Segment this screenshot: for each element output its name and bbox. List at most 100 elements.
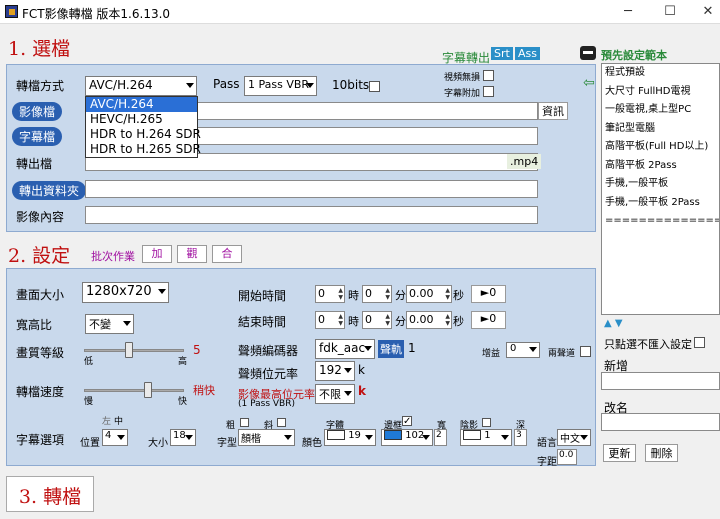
end-minute-value: 0 xyxy=(365,313,372,326)
video-file-button[interactable]: 影像檔 xyxy=(12,102,63,121)
quality-slider-thumb[interactable] xyxy=(125,342,133,358)
video-content-input[interactable] xyxy=(85,206,538,224)
start-hour-value: 0 xyxy=(318,287,325,300)
minimize-button[interactable]: ─ xyxy=(610,2,646,22)
size-select[interactable]: 1280x720 xyxy=(82,282,169,303)
end-reset-button[interactable]: ►0 xyxy=(471,311,506,329)
size-label: 畫面大小 xyxy=(16,288,65,302)
second-unit: 秒 xyxy=(453,289,464,302)
batch-add-button[interactable]: 加 xyxy=(142,245,172,263)
pass-label: Pass xyxy=(213,77,240,91)
batch-merge-button[interactable]: 合 xyxy=(212,245,242,263)
close-button[interactable]: ✕ xyxy=(690,2,720,22)
border-color-select[interactable]: 102 xyxy=(381,429,433,446)
preset-item[interactable]: 手機,一般平板 xyxy=(602,175,719,194)
color-label: 顏色 xyxy=(302,438,322,449)
end-hour-spinner[interactable]: 0 ▲ ▼ xyxy=(315,311,345,329)
arrow-left-icon[interactable]: ⇦ xyxy=(583,75,595,91)
position-select[interactable]: 4 xyxy=(102,429,128,446)
start-hour-spinner[interactable]: 0 ▲ ▼ xyxy=(315,285,345,303)
italic-checkbox[interactable] xyxy=(277,418,286,427)
update-button[interactable]: 更新 xyxy=(603,444,636,462)
audio-codec-label: 聲頻編碼器 xyxy=(238,344,299,358)
batch-label: 批次作業 xyxy=(91,250,135,263)
format-option[interactable]: AVC/H.264 xyxy=(86,97,197,112)
format-select[interactable]: AVC/H.264 xyxy=(85,76,197,96)
audio-track-button[interactable]: 聲軌 xyxy=(378,340,404,358)
second-unit: 秒 xyxy=(453,315,464,328)
width-spinner[interactable]: 2 xyxy=(434,429,447,446)
speed-slider[interactable] xyxy=(84,389,184,392)
format-option[interactable]: HEVC/H.265 xyxy=(86,112,197,127)
preset-item[interactable]: 一般電視,桌上型PC xyxy=(602,101,719,120)
delete-button[interactable]: 刪除 xyxy=(645,444,678,462)
speed-fast-label: 快 xyxy=(178,397,188,407)
audio-bitrate-label: 聲頻位元率 xyxy=(238,367,299,381)
font-select[interactable]: 顏楷 xyxy=(238,429,295,446)
new-preset-input[interactable] xyxy=(601,372,720,390)
audio-codec-select[interactable]: fdk_aac xyxy=(315,339,375,359)
video-content-label: 影像內容 xyxy=(16,210,65,224)
subtitle-file-button[interactable]: 字幕檔 xyxy=(12,127,63,146)
shadow-checkbox[interactable] xyxy=(482,418,491,427)
pass-select[interactable]: 1 Pass VBR xyxy=(244,76,317,96)
output-folder-button[interactable]: 轉出資料夾 xyxy=(12,181,87,200)
position-left-label: 左 xyxy=(102,417,112,427)
srt-button[interactable]: Srt xyxy=(491,47,513,60)
end-second-spinner[interactable]: 0.00 ▲ ▼ xyxy=(406,311,452,329)
title-bar: FCT影像轉檔 版本1.6.13.0 ─ ☐ ✕ xyxy=(0,0,720,24)
no-import-checkbox[interactable] xyxy=(694,337,705,348)
quality-slider[interactable] xyxy=(84,349,184,352)
convert-button[interactable]: 3. 轉檔 xyxy=(6,476,94,512)
hour-unit: 時 xyxy=(348,315,359,328)
spacing-label: 字距 xyxy=(537,457,557,468)
batch-view-button[interactable]: 觀 xyxy=(177,245,207,263)
preset-item[interactable]: =============== xyxy=(602,212,719,231)
end-second-value: 0.00 xyxy=(409,313,434,326)
aspect-select[interactable]: 不變 xyxy=(85,314,134,334)
video-bitrate-select[interactable]: 不限 xyxy=(315,384,355,404)
format-option[interactable]: HDR to H.265 SDR xyxy=(86,142,201,157)
format-option[interactable]: HDR to H.264 SDR xyxy=(86,127,201,142)
bits-checkbox[interactable] xyxy=(369,81,380,92)
two-channel-checkbox[interactable] xyxy=(580,346,591,357)
depth-spinner[interactable]: 3 xyxy=(514,429,527,446)
body-color-value: 19 xyxy=(348,430,361,441)
start-second-spinner[interactable]: 0.00 ▲ ▼ xyxy=(406,285,452,303)
border-checkbox[interactable] xyxy=(402,416,412,426)
output-folder-input[interactable] xyxy=(85,180,538,198)
position-label: 位置 xyxy=(80,438,100,449)
info-button[interactable]: 資訊 xyxy=(538,102,568,120)
language-select[interactable]: 中文 xyxy=(557,429,591,446)
maximize-button[interactable]: ☐ xyxy=(652,2,688,22)
preset-item[interactable]: 手機,一般平板 2Pass xyxy=(602,194,719,213)
speed-slider-thumb[interactable] xyxy=(144,382,152,398)
preset-item[interactable]: 筆記型電腦 xyxy=(602,120,719,139)
move-up-down-icon[interactable]: ▲ ▼ xyxy=(604,318,623,329)
rename-input[interactable] xyxy=(601,413,720,431)
bold-checkbox[interactable] xyxy=(240,418,249,427)
subtitle-attach-checkbox[interactable] xyxy=(483,86,494,97)
hour-unit: 時 xyxy=(348,289,359,302)
video-lossless-checkbox[interactable] xyxy=(483,70,494,81)
body-color-select[interactable]: 19 xyxy=(324,429,376,446)
preset-item[interactable]: 程式預設 xyxy=(602,64,719,83)
spacing-spinner[interactable]: 0.0 xyxy=(557,449,577,465)
end-minute-spinner[interactable]: 0 ▲ ▼ xyxy=(362,311,392,329)
preset-item[interactable]: 高階平板(Full HD以上) xyxy=(602,138,719,157)
start-reset-button[interactable]: ►0 xyxy=(471,285,506,303)
preset-item[interactable]: 大尺寸 FullHD電視 xyxy=(602,83,719,102)
gain-select[interactable]: 0 xyxy=(506,342,540,358)
aspect-label: 寬高比 xyxy=(16,318,53,332)
presets-list[interactable]: 程式預設 大尺寸 FullHD電視 一般電視,桌上型PC 筆記型電腦 高階平板(… xyxy=(601,63,720,315)
size2-select[interactable]: 18 xyxy=(170,429,196,446)
shadow-color-select[interactable]: 1 xyxy=(460,429,512,446)
start-minute-spinner[interactable]: 0 ▲ ▼ xyxy=(362,285,392,303)
output-file-label: 轉出檔 xyxy=(16,157,53,171)
speed-label: 轉檔速度 xyxy=(16,385,65,399)
audio-bitrate-select[interactable]: 192 xyxy=(315,361,355,381)
preset-item[interactable]: 高階平板 2Pass xyxy=(602,157,719,176)
subtitle-attach-label: 字幕附加 xyxy=(444,89,481,99)
ass-button[interactable]: Ass xyxy=(515,47,540,60)
white-swatch-icon xyxy=(327,430,345,440)
